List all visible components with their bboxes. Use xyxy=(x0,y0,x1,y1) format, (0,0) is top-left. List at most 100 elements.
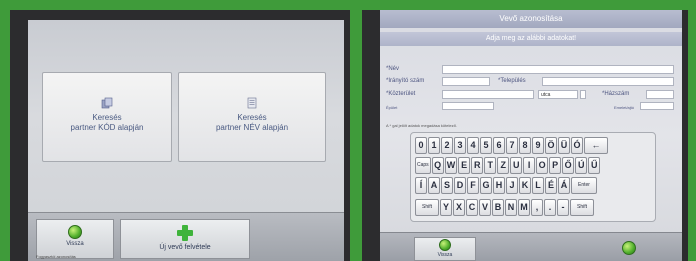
key[interactable]: E xyxy=(458,157,471,174)
key[interactable]: 9 xyxy=(532,137,544,154)
search-by-name-card[interactable]: Keresés partner NÉV alapján xyxy=(178,72,326,162)
key[interactable]: D xyxy=(454,177,466,194)
key[interactable]: G xyxy=(480,177,492,194)
search-by-code-card[interactable]: Keresés partner KÓD alapján xyxy=(42,72,172,162)
floor-door-field[interactable] xyxy=(640,102,674,110)
key[interactable]: B xyxy=(492,199,504,216)
key[interactable]: 7 xyxy=(506,137,518,154)
key[interactable]: V xyxy=(479,199,491,216)
key[interactable]: Y xyxy=(440,199,452,216)
key[interactable]: Ö xyxy=(545,137,557,154)
house-number-field[interactable] xyxy=(646,90,674,99)
key[interactable]: É xyxy=(545,177,557,194)
zip-field[interactable] xyxy=(442,77,490,86)
key[interactable]: Í xyxy=(415,177,427,194)
back-button[interactable]: Vissza xyxy=(36,219,114,259)
green-circle-icon xyxy=(68,225,82,239)
key[interactable]: H xyxy=(493,177,505,194)
list-icon xyxy=(247,97,257,109)
key[interactable]: Ú xyxy=(575,157,588,174)
key[interactable]: Ű xyxy=(588,157,601,174)
key[interactable]: 1 xyxy=(428,137,440,154)
city-field[interactable] xyxy=(542,77,674,86)
key[interactable]: 6 xyxy=(493,137,505,154)
key[interactable]: O xyxy=(536,157,549,174)
key[interactable]: 0 xyxy=(415,137,427,154)
floor-door-label: Emelet/ajtó xyxy=(614,105,635,110)
right-kiosk-screen: Vevő azonosítása Adja meg az alábbi adat… xyxy=(362,10,688,261)
key[interactable]: X xyxy=(453,199,465,216)
shift-key-left[interactable]: Shift xyxy=(415,199,439,216)
street-label: *Közterület xyxy=(386,91,416,97)
building-field[interactable] xyxy=(442,102,494,110)
backspace-key[interactable]: ← xyxy=(584,137,608,154)
key[interactable]: Á xyxy=(558,177,570,194)
key[interactable]: N xyxy=(505,199,517,216)
enter-key[interactable]: Enter xyxy=(571,177,597,194)
keyboard-row-4: Shift Y X C V B N M , . - Shift xyxy=(415,199,595,217)
key[interactable]: Q xyxy=(431,157,444,174)
key[interactable]: R xyxy=(471,157,484,174)
key[interactable]: Ü xyxy=(558,137,570,154)
keyboard-row-1: 0 1 2 3 4 5 6 7 8 9 Ö Ü Ó ← xyxy=(415,137,609,155)
key[interactable]: , xyxy=(531,199,543,216)
key[interactable]: Ó xyxy=(571,137,583,154)
card-code-label: Keresés xyxy=(92,113,122,122)
zip-label: *Irányító szám xyxy=(386,78,425,84)
page-subtitle: Adja meg az alábbi adatokat! xyxy=(380,32,682,46)
key[interactable]: 4 xyxy=(467,137,479,154)
back-button[interactable]: Vissza xyxy=(414,237,476,261)
caps-key[interactable]: Caps xyxy=(415,157,431,174)
required-fields-note: A * gal jelölt adatok megadása kötelező. xyxy=(386,123,457,128)
key[interactable]: I xyxy=(523,157,536,174)
key[interactable]: T xyxy=(484,157,497,174)
key[interactable]: 3 xyxy=(454,137,466,154)
building-label: Épület xyxy=(386,105,398,110)
key[interactable]: M xyxy=(518,199,530,216)
plus-icon xyxy=(177,225,193,241)
page-title: Vevő azonosítása xyxy=(380,10,682,28)
key[interactable]: 8 xyxy=(519,137,531,154)
keyboard-row-3: Í A S D F G H J K L É Á Enter xyxy=(415,177,598,195)
card-name-label: Keresés xyxy=(237,113,267,122)
onscreen-keyboard: 0 1 2 3 4 5 6 7 8 9 Ö Ü Ó ← Caps Q W E R xyxy=(410,132,656,222)
street-type-dropdown[interactable] xyxy=(580,90,586,99)
key[interactable]: P xyxy=(549,157,562,174)
search-mode-screen: Keresés partner KÓD alapján Keresés part… xyxy=(28,20,344,261)
shift-key-right[interactable]: Shift xyxy=(570,199,594,216)
street-field[interactable] xyxy=(442,90,534,99)
left-kiosk-screen: Keresés partner KÓD alapján Keresés part… xyxy=(10,10,350,261)
back-button-label: Vissza xyxy=(437,252,453,258)
card-code-sublabel: partner KÓD alapján xyxy=(70,123,144,132)
name-label: *Név xyxy=(386,66,400,72)
street-type-field[interactable]: utca xyxy=(538,90,578,99)
customer-identification-screen: Vevő azonosítása Adja meg az alábbi adat… xyxy=(380,10,682,261)
key[interactable]: K xyxy=(519,177,531,194)
keyboard-row-2: Caps Q W E R T Z U I O P Ő Ú Ű xyxy=(415,157,601,175)
house-number-label: *Házszám xyxy=(602,91,630,97)
key[interactable]: Z xyxy=(497,157,510,174)
name-field[interactable] xyxy=(442,65,674,74)
key[interactable]: S xyxy=(441,177,453,194)
footer-text: Fogyasztói azonosítás xyxy=(36,254,76,259)
bottom-action-bar: Vissza Új vevő felvétele Fogyasztói azon… xyxy=(28,212,344,261)
key[interactable]: U xyxy=(510,157,523,174)
key[interactable]: 5 xyxy=(480,137,492,154)
new-customer-label: Új vevő felvétele xyxy=(159,244,211,251)
key[interactable]: - xyxy=(557,199,569,216)
new-customer-button[interactable]: Új vevő felvétele xyxy=(120,219,250,259)
key[interactable]: A xyxy=(428,177,440,194)
key[interactable]: F xyxy=(467,177,479,194)
key[interactable]: L xyxy=(532,177,544,194)
key[interactable]: . xyxy=(544,199,556,216)
back-button-label: Vissza xyxy=(66,241,84,247)
city-label: *Település xyxy=(498,78,526,84)
key[interactable]: C xyxy=(466,199,478,216)
key[interactable]: J xyxy=(506,177,518,194)
confirm-green-button[interactable] xyxy=(622,241,636,255)
key[interactable]: W xyxy=(444,157,458,174)
key[interactable]: Ő xyxy=(562,157,575,174)
card-name-sublabel: partner NÉV alapján xyxy=(215,123,289,132)
bottom-action-bar: Vissza xyxy=(380,232,682,261)
key[interactable]: 2 xyxy=(441,137,453,154)
